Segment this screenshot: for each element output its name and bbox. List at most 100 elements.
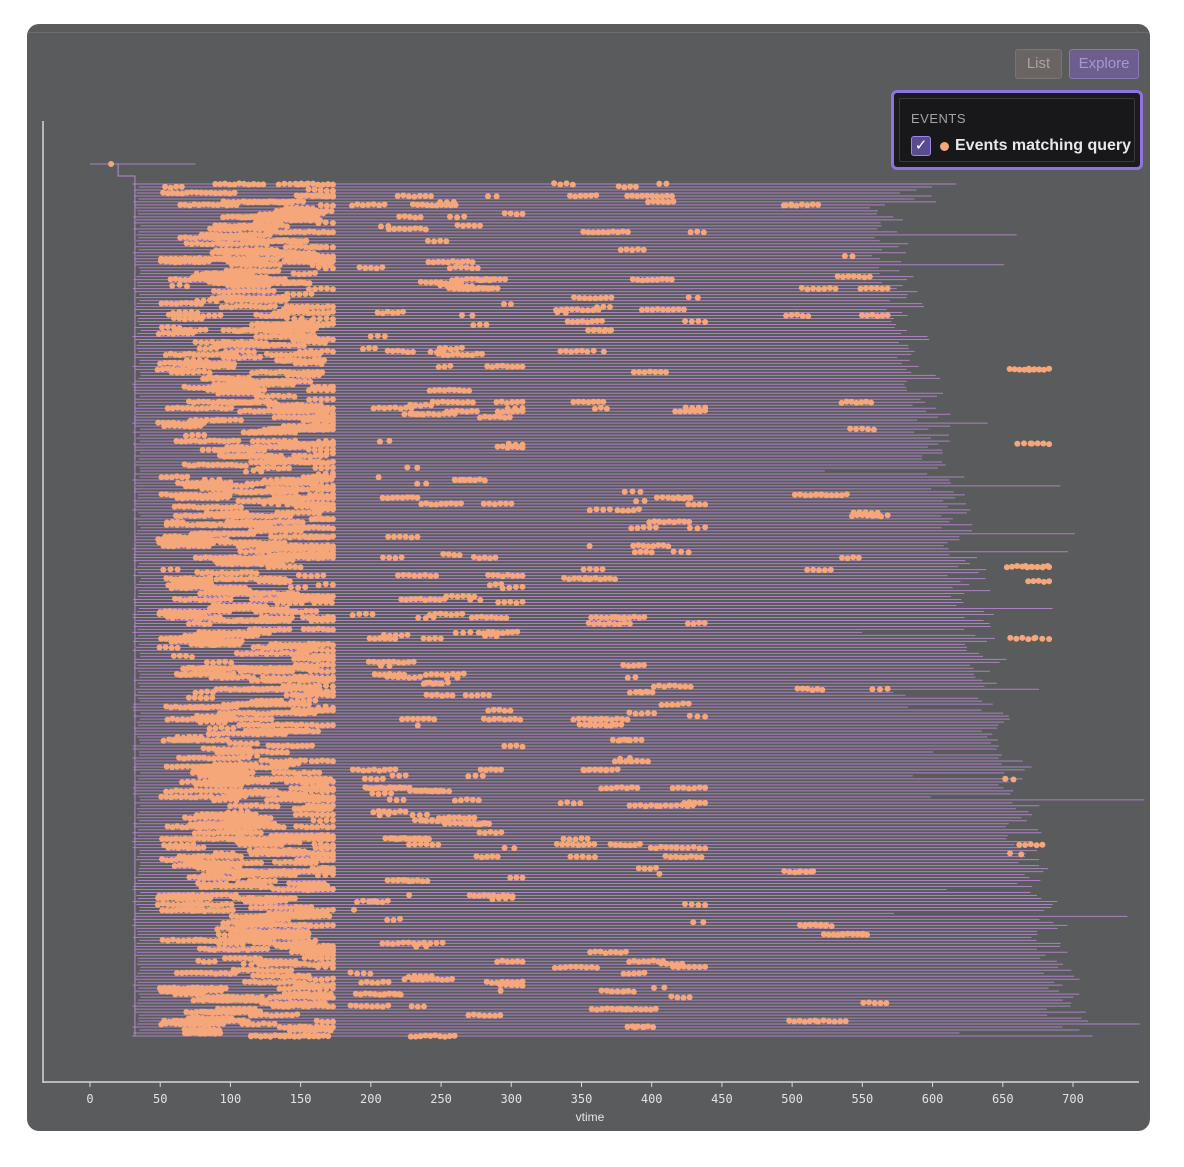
- event-point: [216, 797, 223, 803]
- event-point: [248, 489, 255, 496]
- event-point: [291, 769, 298, 776]
- event-point: [276, 677, 283, 684]
- event-point: [324, 976, 331, 983]
- event-point: [168, 644, 175, 651]
- event-point: [278, 841, 285, 848]
- event-point: [298, 692, 304, 699]
- event-point: [154, 366, 161, 373]
- event-point: [181, 423, 188, 430]
- event-point: [324, 668, 331, 675]
- event-point: [247, 560, 254, 567]
- event-point: [279, 730, 286, 737]
- event-point: [228, 235, 235, 242]
- event-point: [319, 691, 326, 698]
- event-point: [258, 240, 265, 247]
- event-point: [164, 937, 171, 944]
- event-point: [177, 672, 184, 678]
- event-point: [260, 438, 267, 445]
- event-point: [197, 719, 204, 726]
- event-point: [248, 617, 255, 623]
- event-point: [166, 736, 173, 743]
- event-point: [324, 707, 331, 714]
- event-point: [249, 438, 256, 445]
- event-point: [311, 186, 318, 193]
- event-point: [183, 432, 189, 439]
- event-point: [229, 907, 236, 914]
- event-point: [242, 462, 249, 469]
- event-point: [216, 659, 223, 665]
- event-point: [209, 689, 216, 696]
- event-point: [329, 683, 336, 690]
- event-point: [282, 764, 289, 771]
- event-point: [253, 650, 260, 657]
- event-point: [210, 642, 217, 649]
- event-point: [232, 740, 239, 747]
- event-point: [290, 279, 297, 286]
- event-point: [313, 667, 320, 674]
- event-point: [278, 668, 285, 675]
- event-point: [163, 763, 170, 770]
- event-point: [215, 931, 222, 938]
- event-point: [236, 863, 243, 870]
- event-point: [249, 482, 256, 489]
- event-point: [319, 707, 326, 714]
- event-point: [232, 802, 239, 809]
- event-point: [318, 955, 325, 962]
- event-point: [329, 722, 336, 729]
- event-point: [185, 937, 192, 944]
- event-point: [167, 184, 174, 191]
- event-point: [256, 578, 263, 585]
- event-point: [303, 811, 310, 818]
- event-point: [245, 754, 252, 761]
- event-point: [314, 758, 320, 765]
- event-point: [329, 286, 336, 293]
- event-point: [329, 525, 336, 532]
- event-point: [268, 649, 275, 656]
- event-point: [295, 198, 301, 205]
- event-point: [295, 584, 302, 591]
- event-point: [292, 692, 299, 698]
- event-point: [286, 392, 293, 399]
- event-point: [286, 563, 293, 570]
- event-point: [301, 954, 308, 961]
- event-point: [290, 270, 297, 277]
- event-point: [168, 521, 175, 528]
- event-point: [266, 878, 273, 884]
- event-point: [298, 600, 305, 607]
- event-point: [283, 778, 290, 785]
- event-point: [329, 692, 336, 699]
- event-point: [312, 396, 319, 403]
- event-point: [195, 432, 202, 438]
- event-point: [305, 509, 312, 516]
- event-point: [309, 742, 315, 749]
- event-point: [308, 788, 315, 794]
- event-point: [311, 600, 318, 606]
- event-point: [225, 327, 232, 333]
- event-point: [243, 468, 249, 475]
- event-point: [282, 297, 289, 304]
- event-point: [189, 432, 196, 439]
- event-point: [220, 354, 227, 361]
- event-point: [329, 464, 336, 471]
- event-point: [248, 802, 255, 809]
- event-point: [246, 399, 253, 406]
- event-point: [181, 755, 187, 762]
- event-point: [303, 722, 310, 729]
- event-point: [194, 907, 201, 914]
- event-point: [297, 527, 304, 534]
- event-point: [287, 181, 293, 187]
- event-point: [283, 749, 290, 756]
- event-point: [277, 860, 284, 866]
- event-point: [329, 308, 336, 315]
- event-point: [329, 265, 336, 272]
- event-point: [322, 581, 329, 587]
- event-point: [252, 841, 259, 848]
- event-point: [318, 844, 325, 850]
- event-point: [265, 282, 272, 289]
- event-point: [307, 668, 314, 675]
- event-point: [162, 183, 169, 190]
- event-point: [200, 844, 207, 851]
- event-point: [308, 192, 315, 199]
- event-point: [253, 488, 260, 495]
- event-point: [310, 180, 316, 187]
